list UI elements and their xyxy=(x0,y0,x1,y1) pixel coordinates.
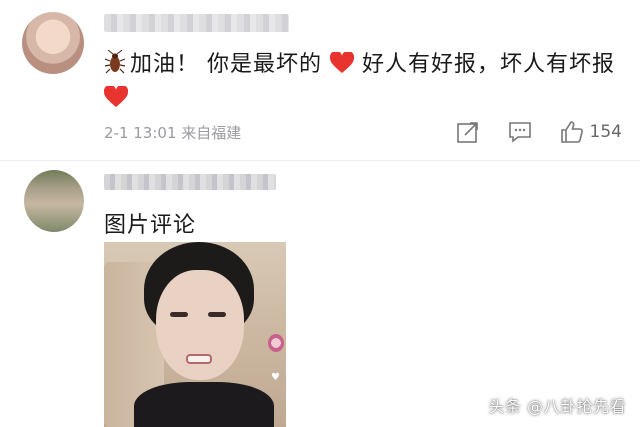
username-blurred[interactable] xyxy=(104,174,276,190)
avatar[interactable] xyxy=(24,170,84,232)
comment-text-part1: 加油！ 你是最坏的 xyxy=(130,52,322,77)
comment-item: 加油！ 你是最坏的 好人有好报，坏人有坏报 2-1 13:01 来自福建 154 xyxy=(0,0,640,162)
avatar[interactable] xyxy=(22,12,84,74)
weibo-comments-page: 加油！ 你是最坏的 好人有好报，坏人有坏报 2-1 13:01 来自福建 154… xyxy=(0,0,640,427)
video-author-avatar xyxy=(268,334,284,352)
heart-icon xyxy=(104,86,128,107)
comment-text: 加油！ 你是最坏的 好人有好报，坏人有坏报 xyxy=(104,48,624,116)
like-icon[interactable] xyxy=(560,120,584,144)
comment-image[interactable]: ♥ xyxy=(104,242,286,427)
comment-text-part2: 好人有好报，坏人有坏报 xyxy=(362,52,616,77)
cockroach-icon xyxy=(104,50,126,74)
username-blurred[interactable] xyxy=(104,14,289,32)
photo-mouth xyxy=(186,354,212,364)
photo-eye-left xyxy=(170,312,188,317)
comment-meta: 2-1 13:01 来自福建 xyxy=(104,122,241,143)
like-count: 154 xyxy=(589,122,622,142)
comment-icon[interactable] xyxy=(508,120,532,144)
share-icon[interactable] xyxy=(456,120,480,144)
heart-icon xyxy=(330,52,354,73)
photo-eye-right xyxy=(208,312,226,317)
divider xyxy=(0,160,640,161)
timestamp: 2-1 13:01 xyxy=(104,124,177,142)
photo-body xyxy=(134,382,274,427)
comment-actions: 154 xyxy=(428,118,622,146)
watermark: 头条 @八卦抢先看 xyxy=(488,397,626,416)
comment-text: 图片评论 xyxy=(104,213,197,238)
location: 来自福建 xyxy=(181,124,242,142)
video-heart-icon: ♥ xyxy=(271,372,280,383)
